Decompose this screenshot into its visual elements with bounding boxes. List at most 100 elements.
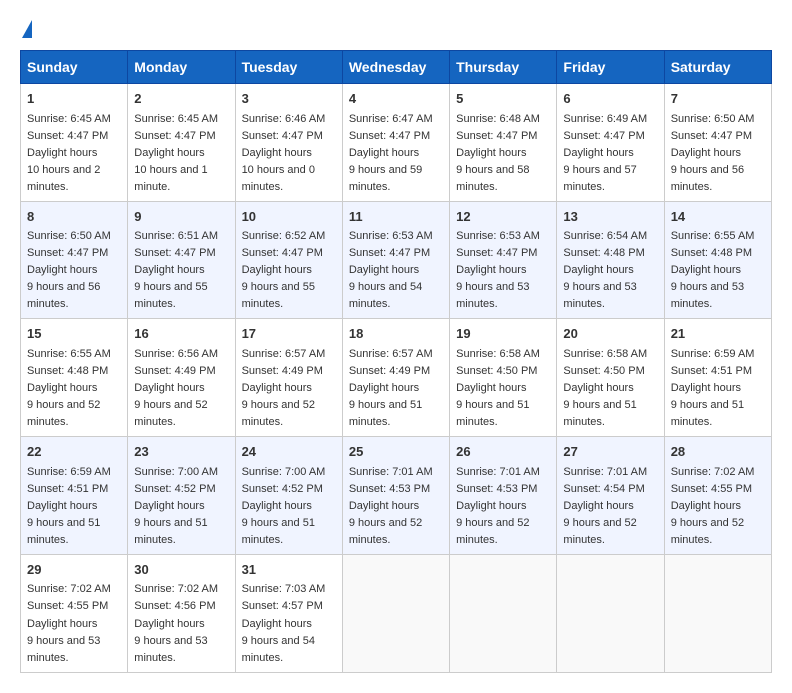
calendar-header-friday: Friday [557, 51, 664, 84]
day-number: 8 [27, 207, 121, 227]
day-number: 18 [349, 324, 443, 344]
calendar-cell [557, 554, 664, 672]
day-number: 20 [563, 324, 657, 344]
day-number: 28 [671, 442, 765, 462]
day-number: 31 [242, 560, 336, 580]
day-number: 5 [456, 89, 550, 109]
calendar-header-wednesday: Wednesday [342, 51, 449, 84]
calendar-cell: 6 Sunrise: 6:49 AMSunset: 4:47 PMDayligh… [557, 84, 664, 202]
day-number: 22 [27, 442, 121, 462]
day-number: 7 [671, 89, 765, 109]
day-info: Sunrise: 6:45 AMSunset: 4:47 PMDaylight … [134, 113, 218, 193]
calendar-cell: 1 Sunrise: 6:45 AMSunset: 4:47 PMDayligh… [21, 84, 128, 202]
day-info: Sunrise: 7:02 AMSunset: 4:56 PMDaylight … [134, 583, 218, 663]
day-info: Sunrise: 6:59 AMSunset: 4:51 PMDaylight … [671, 348, 755, 428]
calendar-cell: 29 Sunrise: 7:02 AMSunset: 4:55 PMDaylig… [21, 554, 128, 672]
day-number: 2 [134, 89, 228, 109]
calendar-cell [664, 554, 771, 672]
calendar-header-sunday: Sunday [21, 51, 128, 84]
calendar-header-tuesday: Tuesday [235, 51, 342, 84]
calendar-cell: 7 Sunrise: 6:50 AMSunset: 4:47 PMDayligh… [664, 84, 771, 202]
day-info: Sunrise: 7:01 AMSunset: 4:53 PMDaylight … [456, 466, 540, 546]
calendar-cell: 14 Sunrise: 6:55 AMSunset: 4:48 PMDaylig… [664, 201, 771, 319]
day-number: 17 [242, 324, 336, 344]
calendar-header-thursday: Thursday [450, 51, 557, 84]
day-info: Sunrise: 7:03 AMSunset: 4:57 PMDaylight … [242, 583, 326, 663]
day-number: 23 [134, 442, 228, 462]
day-info: Sunrise: 7:00 AMSunset: 4:52 PMDaylight … [134, 466, 218, 546]
day-info: Sunrise: 6:57 AMSunset: 4:49 PMDaylight … [242, 348, 326, 428]
day-number: 27 [563, 442, 657, 462]
day-number: 12 [456, 207, 550, 227]
day-info: Sunrise: 7:01 AMSunset: 4:54 PMDaylight … [563, 466, 647, 546]
day-number: 6 [563, 89, 657, 109]
calendar-cell: 2 Sunrise: 6:45 AMSunset: 4:47 PMDayligh… [128, 84, 235, 202]
calendar-cell: 19 Sunrise: 6:58 AMSunset: 4:50 PMDaylig… [450, 319, 557, 437]
day-number: 30 [134, 560, 228, 580]
day-info: Sunrise: 6:56 AMSunset: 4:49 PMDaylight … [134, 348, 218, 428]
day-number: 15 [27, 324, 121, 344]
day-number: 10 [242, 207, 336, 227]
day-info: Sunrise: 7:02 AMSunset: 4:55 PMDaylight … [27, 583, 111, 663]
calendar-cell: 10 Sunrise: 6:52 AMSunset: 4:47 PMDaylig… [235, 201, 342, 319]
day-number: 4 [349, 89, 443, 109]
calendar-cell [450, 554, 557, 672]
day-number: 1 [27, 89, 121, 109]
calendar-cell: 27 Sunrise: 7:01 AMSunset: 4:54 PMDaylig… [557, 437, 664, 555]
day-number: 25 [349, 442, 443, 462]
logo [20, 20, 32, 40]
day-info: Sunrise: 6:51 AMSunset: 4:47 PMDaylight … [134, 230, 218, 310]
logo-triangle-icon [22, 20, 32, 38]
calendar-body: 1 Sunrise: 6:45 AMSunset: 4:47 PMDayligh… [21, 84, 772, 673]
day-info: Sunrise: 6:54 AMSunset: 4:48 PMDaylight … [563, 230, 647, 310]
calendar-cell: 25 Sunrise: 7:01 AMSunset: 4:53 PMDaylig… [342, 437, 449, 555]
day-info: Sunrise: 7:00 AMSunset: 4:52 PMDaylight … [242, 466, 326, 546]
day-number: 14 [671, 207, 765, 227]
day-number: 9 [134, 207, 228, 227]
day-number: 3 [242, 89, 336, 109]
day-info: Sunrise: 6:50 AMSunset: 4:47 PMDaylight … [27, 230, 111, 310]
day-number: 26 [456, 442, 550, 462]
day-info: Sunrise: 6:53 AMSunset: 4:47 PMDaylight … [349, 230, 433, 310]
calendar-cell: 13 Sunrise: 6:54 AMSunset: 4:48 PMDaylig… [557, 201, 664, 319]
day-info: Sunrise: 6:52 AMSunset: 4:47 PMDaylight … [242, 230, 326, 310]
calendar-cell: 31 Sunrise: 7:03 AMSunset: 4:57 PMDaylig… [235, 554, 342, 672]
calendar-cell: 21 Sunrise: 6:59 AMSunset: 4:51 PMDaylig… [664, 319, 771, 437]
calendar-cell: 4 Sunrise: 6:47 AMSunset: 4:47 PMDayligh… [342, 84, 449, 202]
calendar-cell: 26 Sunrise: 7:01 AMSunset: 4:53 PMDaylig… [450, 437, 557, 555]
calendar-cell: 12 Sunrise: 6:53 AMSunset: 4:47 PMDaylig… [450, 201, 557, 319]
day-info: Sunrise: 6:55 AMSunset: 4:48 PMDaylight … [671, 230, 755, 310]
day-number: 24 [242, 442, 336, 462]
day-info: Sunrise: 6:55 AMSunset: 4:48 PMDaylight … [27, 348, 111, 428]
calendar-cell: 23 Sunrise: 7:00 AMSunset: 4:52 PMDaylig… [128, 437, 235, 555]
calendar-cell: 15 Sunrise: 6:55 AMSunset: 4:48 PMDaylig… [21, 319, 128, 437]
day-info: Sunrise: 6:50 AMSunset: 4:47 PMDaylight … [671, 113, 755, 193]
day-info: Sunrise: 6:58 AMSunset: 4:50 PMDaylight … [563, 348, 647, 428]
day-info: Sunrise: 6:47 AMSunset: 4:47 PMDaylight … [349, 113, 433, 193]
day-info: Sunrise: 6:59 AMSunset: 4:51 PMDaylight … [27, 466, 111, 546]
calendar-week-row: 1 Sunrise: 6:45 AMSunset: 4:47 PMDayligh… [21, 84, 772, 202]
day-info: Sunrise: 6:48 AMSunset: 4:47 PMDaylight … [456, 113, 540, 193]
day-info: Sunrise: 6:45 AMSunset: 4:47 PMDaylight … [27, 113, 111, 193]
calendar-cell: 16 Sunrise: 6:56 AMSunset: 4:49 PMDaylig… [128, 319, 235, 437]
day-info: Sunrise: 7:01 AMSunset: 4:53 PMDaylight … [349, 466, 433, 546]
calendar-week-row: 15 Sunrise: 6:55 AMSunset: 4:48 PMDaylig… [21, 319, 772, 437]
day-number: 21 [671, 324, 765, 344]
day-number: 13 [563, 207, 657, 227]
calendar-table: SundayMondayTuesdayWednesdayThursdayFrid… [20, 50, 772, 673]
day-info: Sunrise: 6:58 AMSunset: 4:50 PMDaylight … [456, 348, 540, 428]
calendar-header-monday: Monday [128, 51, 235, 84]
page-header [20, 20, 772, 40]
calendar-cell: 30 Sunrise: 7:02 AMSunset: 4:56 PMDaylig… [128, 554, 235, 672]
calendar-week-row: 8 Sunrise: 6:50 AMSunset: 4:47 PMDayligh… [21, 201, 772, 319]
calendar-cell: 11 Sunrise: 6:53 AMSunset: 4:47 PMDaylig… [342, 201, 449, 319]
calendar-cell: 3 Sunrise: 6:46 AMSunset: 4:47 PMDayligh… [235, 84, 342, 202]
day-number: 19 [456, 324, 550, 344]
calendar-cell: 28 Sunrise: 7:02 AMSunset: 4:55 PMDaylig… [664, 437, 771, 555]
day-info: Sunrise: 6:46 AMSunset: 4:47 PMDaylight … [242, 113, 326, 193]
calendar-week-row: 22 Sunrise: 6:59 AMSunset: 4:51 PMDaylig… [21, 437, 772, 555]
calendar-cell: 22 Sunrise: 6:59 AMSunset: 4:51 PMDaylig… [21, 437, 128, 555]
calendar-cell: 20 Sunrise: 6:58 AMSunset: 4:50 PMDaylig… [557, 319, 664, 437]
calendar-header-row: SundayMondayTuesdayWednesdayThursdayFrid… [21, 51, 772, 84]
day-info: Sunrise: 7:02 AMSunset: 4:55 PMDaylight … [671, 466, 755, 546]
